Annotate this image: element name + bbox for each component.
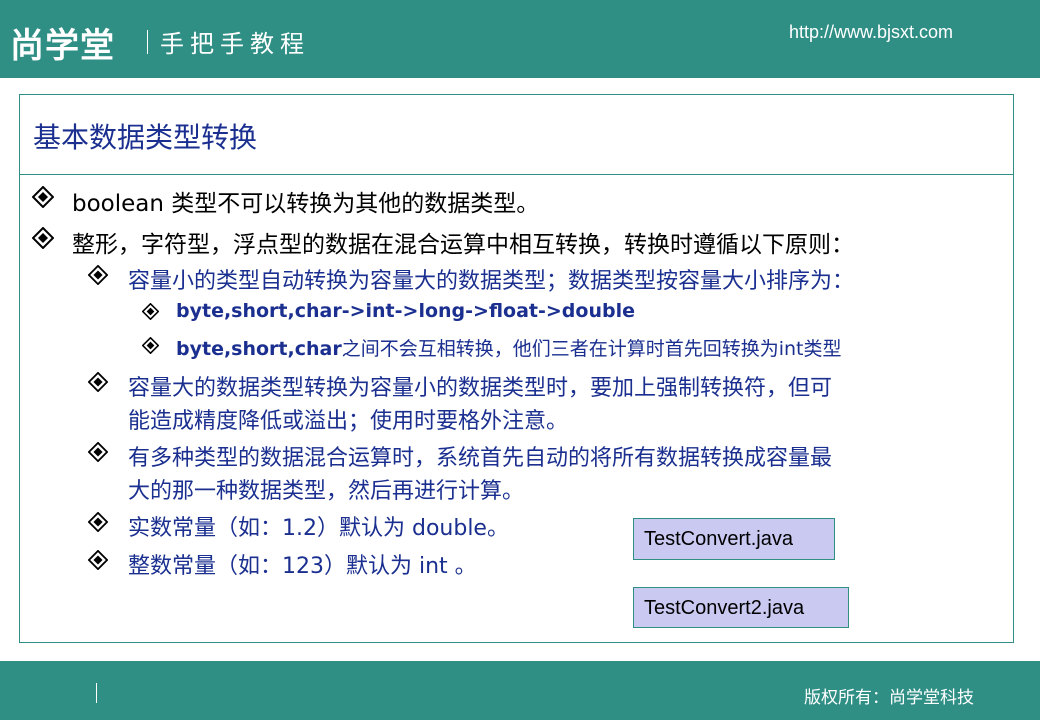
tagline: 手把手教程 [160,30,310,58]
site-url[interactable]: http://www.bjsxt.com [789,22,953,43]
bullet-text-line2: 大的那一种数据类型，然后再进行计算。 [128,479,525,504]
diamond-bullet-icon [142,337,159,354]
header-divider [147,30,148,54]
bullet-text: 整形，字符型，浮点型的数据在混合运算中相互转换，转换时遵循以下原则： [72,232,854,258]
bullet-text: byte,short,char之间不会互相转换，他们三者在计算时首先回转换为in… [176,334,842,361]
bullet-text: 整数常量（如：123）默认为 int 。 [128,554,477,579]
bullet-text: boolean 类型不可以转换为其他的数据类型。 [72,191,540,217]
diamond-bullet-icon [88,550,108,570]
logo: 尚学堂 [10,26,115,66]
testconvert-file-button[interactable]: TestConvert.java [633,518,835,560]
bullet-text-line1: 容量大的数据类型转换为容量小的数据类型时，要加上强制转换符，但可 [128,376,833,401]
bullet-text-bold: byte,short,char [176,338,342,360]
footer-divider [96,683,97,703]
header-bar: 尚学堂 手把手教程 http://www.bjsxt.com [0,0,1040,78]
testconvert2-file-button[interactable]: TestConvert2.java [633,587,849,628]
bullet-text: 容量小的类型自动转换为容量大的数据类型；数据类型按容量大小排序为： [128,269,855,294]
footer-bar: 版权所有：尚学堂科技 [0,661,1040,720]
copyright-text: 版权所有：尚学堂科技 [804,688,974,708]
bullet-text-rest: 之间不会互相转换，他们三者在计算时首先回转换为int类型 [341,338,842,360]
diamond-bullet-icon [142,303,159,320]
bullet-text-line2: 能造成精度降低或溢出；使用时要格外注意。 [128,409,569,434]
diamond-bullet-icon [88,442,108,462]
diamond-bullet-icon [88,372,108,392]
diamond-bullet-icon [32,227,54,249]
bullet-text-line1: 有多种类型的数据混合运算时，系统首先自动的将所有数据转换成容量最 [128,446,833,471]
diamond-bullet-icon [32,186,54,208]
bullet-text: byte,short,char->int->long->float->doubl… [176,300,635,322]
title-divider [19,174,1014,175]
bullet-text: 实数常量（如：1.2）默认为 double。 [128,516,509,541]
slide-title: 基本数据类型转换 [33,121,258,154]
diamond-bullet-icon [88,512,108,532]
diamond-bullet-icon [88,265,108,285]
